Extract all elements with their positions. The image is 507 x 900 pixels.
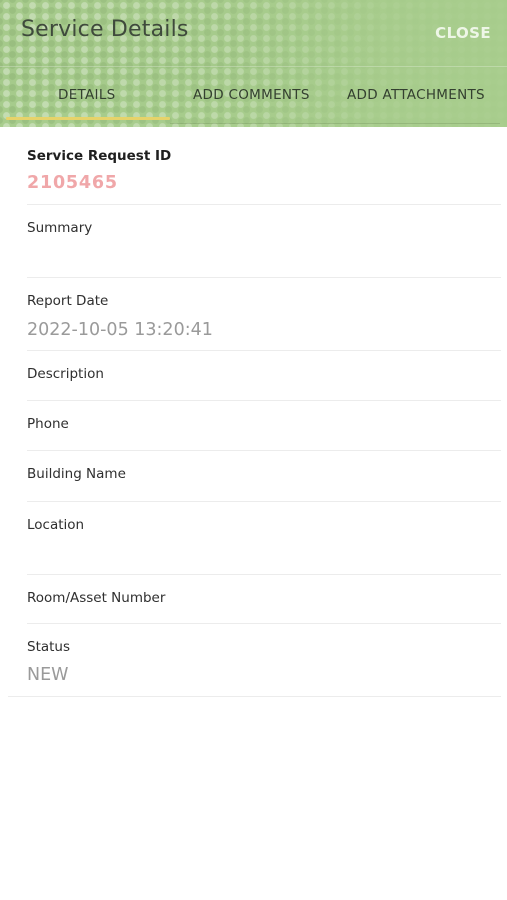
tab-add-comments[interactable]: ADD COMMENTS bbox=[193, 87, 310, 103]
app-header: Service Details CLOSE DETAILS ADD COMMEN… bbox=[0, 0, 507, 127]
service-details-screen: Service Details CLOSE DETAILS ADD COMMEN… bbox=[0, 0, 507, 900]
building-name-label: Building Name bbox=[27, 466, 126, 482]
field-building-name: Building Name bbox=[27, 451, 501, 502]
field-report-date: Report Date 2022-10-05 13:20:41 bbox=[27, 278, 501, 351]
report-date-label: Report Date bbox=[27, 293, 109, 309]
field-status: Status NEW bbox=[8, 624, 501, 697]
title-bar: Service Details CLOSE bbox=[0, 0, 507, 66]
description-label: Description bbox=[27, 366, 104, 382]
field-phone: Phone bbox=[27, 401, 501, 451]
report-date-value: 2022-10-05 13:20:41 bbox=[27, 320, 213, 340]
room-asset-number-label: Room/Asset Number bbox=[27, 590, 166, 606]
service-request-id-label: Service Request ID bbox=[27, 148, 172, 164]
field-service-request-id: Service Request ID 2105465 bbox=[27, 127, 501, 205]
phone-label: Phone bbox=[27, 416, 69, 432]
field-location: Location bbox=[27, 502, 501, 575]
tab-bar: DETAILS ADD COMMENTS ADD ATTACHMENTS bbox=[0, 66, 507, 127]
field-room-asset-number: Room/Asset Number bbox=[27, 575, 501, 624]
page-title: Service Details bbox=[21, 17, 189, 42]
field-summary: Summary bbox=[27, 205, 501, 278]
active-tab-indicator bbox=[6, 117, 170, 120]
details-list: Service Request ID 2105465 Summary Repor… bbox=[0, 127, 507, 697]
tab-add-attachments[interactable]: ADD ATTACHMENTS bbox=[347, 87, 485, 103]
location-label: Location bbox=[27, 517, 85, 533]
field-description: Description bbox=[27, 351, 501, 401]
status-label: Status bbox=[27, 639, 71, 655]
service-request-id-value: 2105465 bbox=[27, 173, 118, 193]
tab-divider bbox=[170, 123, 500, 124]
status-value: NEW bbox=[27, 665, 69, 685]
close-button[interactable]: CLOSE bbox=[435, 24, 491, 42]
summary-label: Summary bbox=[27, 220, 93, 236]
tab-details[interactable]: DETAILS bbox=[58, 87, 116, 103]
